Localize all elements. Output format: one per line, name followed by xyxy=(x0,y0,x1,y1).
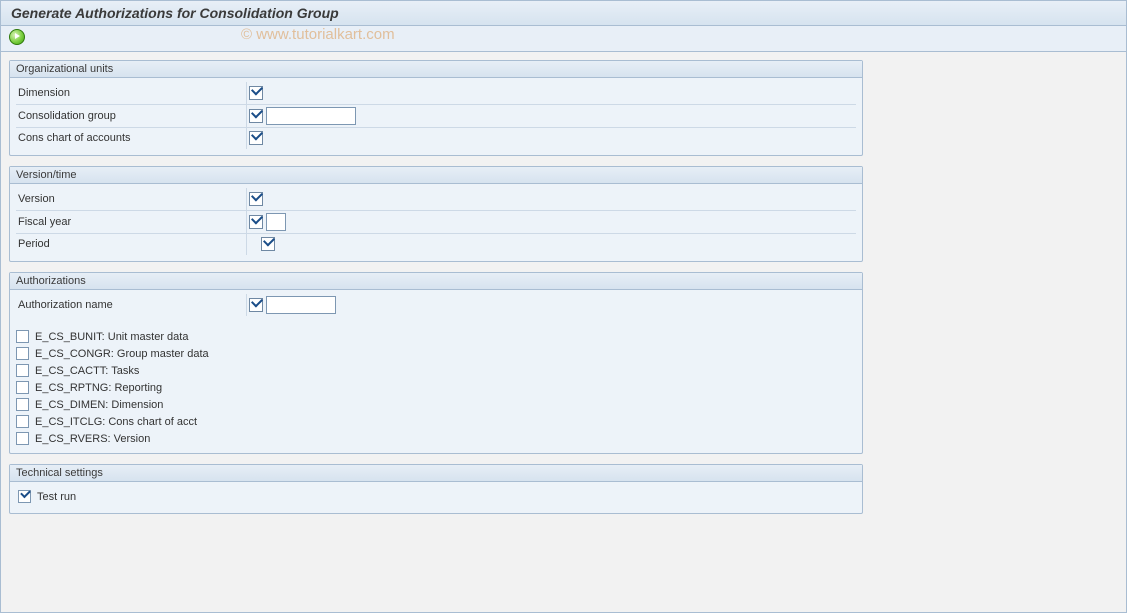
auth-object-label: E_CS_CACTT: Tasks xyxy=(35,365,139,377)
auth-object-label: E_CS_RPTNG: Reporting xyxy=(35,382,162,394)
group-header: Authorizations xyxy=(10,273,862,290)
consolidation-group-label: Consolidation group xyxy=(18,110,116,122)
test-run-checkbox[interactable] xyxy=(18,490,31,503)
authorization-objects-list: E_CS_BUNIT: Unit master data E_CS_CONGR:… xyxy=(16,328,856,447)
auth-object-checkbox[interactable] xyxy=(16,381,29,394)
fiscal-year-input[interactable] xyxy=(266,213,286,231)
group-authorizations: Authorizations Authorization name E_CS_B… xyxy=(9,272,863,454)
page-title: Generate Authorizations for Consolidatio… xyxy=(11,5,339,21)
list-item: E_CS_BUNIT: Unit master data xyxy=(16,328,856,345)
period-label: Period xyxy=(18,238,50,250)
group-organizational-units: Organizational units Dimension Consolida… xyxy=(9,60,863,156)
list-item: E_CS_DIMEN: Dimension xyxy=(16,396,856,413)
version-checkbox[interactable] xyxy=(249,192,263,206)
consolidation-group-input[interactable] xyxy=(266,107,356,125)
group-header: Version/time xyxy=(10,167,862,184)
cons-chart-checkbox[interactable] xyxy=(249,131,263,145)
auth-object-label: E_CS_RVERS: Version xyxy=(35,433,150,445)
title-bar: Generate Authorizations for Consolidatio… xyxy=(1,1,1126,26)
period-checkbox[interactable] xyxy=(261,237,275,251)
dimension-label: Dimension xyxy=(18,87,70,99)
auth-object-checkbox[interactable] xyxy=(16,415,29,428)
auth-object-checkbox[interactable] xyxy=(16,330,29,343)
app-window: Generate Authorizations for Consolidatio… xyxy=(0,0,1127,613)
consolidation-group-checkbox[interactable] xyxy=(249,109,263,123)
watermark-text: © www.tutorialkart.com xyxy=(241,26,395,43)
dimension-checkbox[interactable] xyxy=(249,86,263,100)
auth-object-checkbox[interactable] xyxy=(16,398,29,411)
cons-chart-label: Cons chart of accounts xyxy=(18,132,131,144)
authorization-name-checkbox[interactable] xyxy=(249,298,263,312)
auth-object-checkbox[interactable] xyxy=(16,364,29,377)
list-item: E_CS_RVERS: Version xyxy=(16,430,856,447)
test-run-label: Test run xyxy=(37,491,76,503)
group-header: Organizational units xyxy=(10,61,862,78)
list-item: E_CS_ITCLG: Cons chart of acct xyxy=(16,413,856,430)
execute-icon[interactable] xyxy=(9,29,25,45)
content-area: Organizational units Dimension Consolida… xyxy=(1,52,871,532)
auth-object-label: E_CS_CONGR: Group master data xyxy=(35,348,209,360)
group-technical-settings: Technical settings Test run xyxy=(9,464,863,514)
fiscal-year-checkbox[interactable] xyxy=(249,215,263,229)
authorization-name-label: Authorization name xyxy=(18,299,113,311)
auth-object-label: E_CS_ITCLG: Cons chart of acct xyxy=(35,416,197,428)
authorization-name-input[interactable] xyxy=(266,296,336,314)
fiscal-year-label: Fiscal year xyxy=(18,216,71,228)
version-label: Version xyxy=(18,193,55,205)
group-header: Technical settings xyxy=(10,465,862,482)
auth-object-label: E_CS_BUNIT: Unit master data xyxy=(35,331,188,343)
list-item: E_CS_CACTT: Tasks xyxy=(16,362,856,379)
auth-object-checkbox[interactable] xyxy=(16,347,29,360)
list-item: E_CS_CONGR: Group master data xyxy=(16,345,856,362)
auth-object-label: E_CS_DIMEN: Dimension xyxy=(35,399,163,411)
toolbar: © www.tutorialkart.com xyxy=(1,26,1126,52)
list-item: E_CS_RPTNG: Reporting xyxy=(16,379,856,396)
group-version-time: Version/time Version Fiscal year Period xyxy=(9,166,863,262)
auth-object-checkbox[interactable] xyxy=(16,432,29,445)
